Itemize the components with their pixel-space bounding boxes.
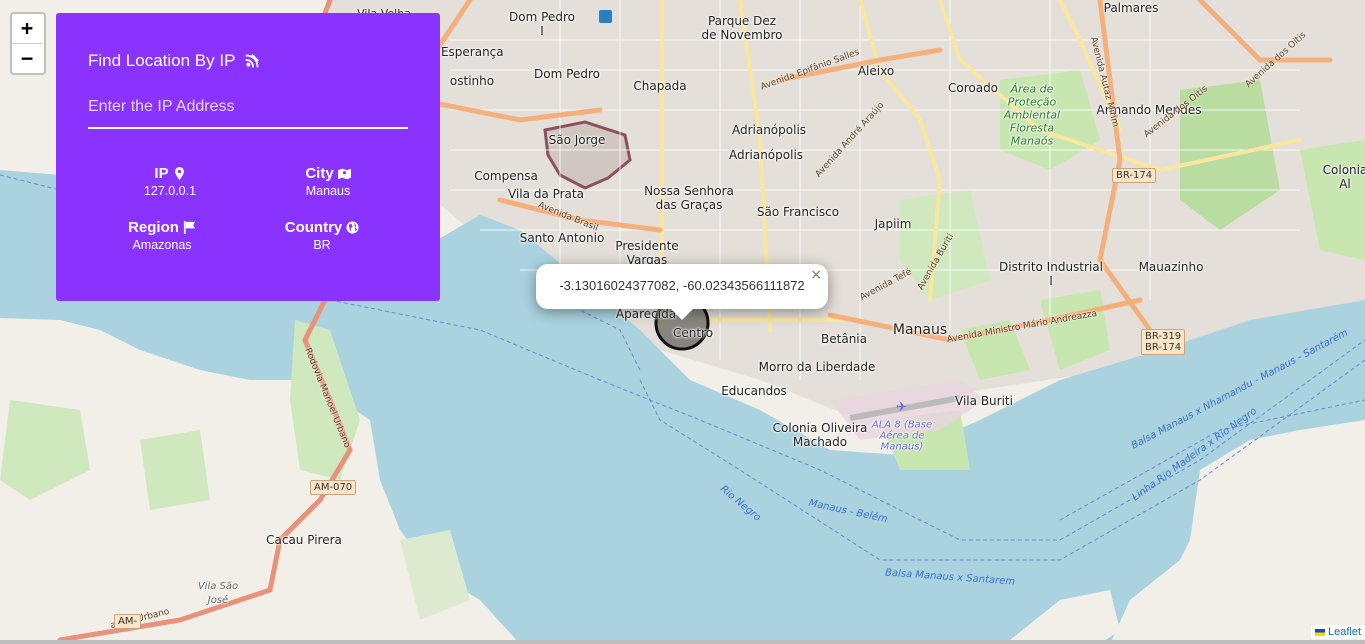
place-label: Parque Dez de Novembro <box>701 14 783 42</box>
place-label: Dom Pedro <box>534 67 600 81</box>
place-label: Dom Pedro I <box>509 10 575 38</box>
poi-icon <box>599 10 612 23</box>
road-shield: BR-174 <box>1112 168 1157 183</box>
zoom-out-button[interactable]: − <box>12 43 42 73</box>
map-marked-icon <box>337 168 351 180</box>
place-label: Adrianópolis <box>728 148 804 162</box>
panel-title-text: Find Location By IP <box>88 51 236 70</box>
map-pin-icon <box>174 167 184 180</box>
ip-lookup-panel: Find Location By IP IP 127.0.0.1 City Ma… <box>56 13 440 301</box>
region-info: Region Amazonas <box>82 219 242 252</box>
city-info: City Manaus <box>248 165 408 198</box>
park-label: Área de Proteção Ambiental Floresta Mana… <box>1003 82 1061 148</box>
ip-label: IP <box>154 165 169 182</box>
place-label: Colonia Al <box>1322 163 1365 191</box>
place-label: Adrianópolis <box>731 123 807 137</box>
place-label: Morro da Liberdade <box>758 360 876 374</box>
location-popup: -3.13016024377082, -60.02343566111872 × <box>536 264 828 320</box>
place-label: Japiim <box>874 217 912 231</box>
place-label: São Francisco <box>756 205 840 219</box>
place-label: Presidente Vargas <box>615 239 679 267</box>
leaflet-link[interactable]: Leaflet <box>1328 626 1361 638</box>
place-label: Cacau Pirera <box>266 533 342 547</box>
place-label: São Jorge <box>548 133 606 147</box>
place-label: Aleixo <box>857 64 895 78</box>
popup-tip <box>670 308 694 320</box>
place-label: Manaus <box>892 322 948 338</box>
popup-coordinates: -3.13016024377082, -60.02343566111872 <box>559 278 805 293</box>
city-label: City <box>305 165 334 182</box>
panel-title: Find Location By IP <box>88 51 261 71</box>
place-label: Chapada <box>633 79 687 93</box>
place-label: ostinho <box>449 74 495 88</box>
zoom-in-button[interactable]: + <box>12 14 42 43</box>
attribution: Leaflet <box>1310 625 1365 639</box>
place-label: Vila São José <box>197 581 239 606</box>
country-label: Country <box>284 219 343 236</box>
place-label: Coroado <box>947 81 999 95</box>
airport-label: ALA 8 (Base Aérea de Manaus) <box>871 419 933 453</box>
place-label: Betânia <box>821 332 867 346</box>
road-shield: BR-319 BR-174 <box>1141 329 1186 355</box>
place-label: Vila da Prata <box>508 187 584 201</box>
region-value: Amazonas <box>132 238 192 252</box>
country-info: Country BR <box>242 219 402 252</box>
horizontal-scrollbar[interactable] <box>0 640 1365 644</box>
popup-close-button[interactable]: × <box>810 267 822 283</box>
flag-icon <box>183 221 195 234</box>
place-label: Distrito Industrial I <box>999 260 1103 288</box>
ip-info: IP 127.0.0.1 <box>90 165 250 198</box>
city-value: Manaus <box>305 184 351 198</box>
place-label: Compensa <box>474 169 538 183</box>
ip-address-input[interactable] <box>88 87 408 129</box>
place-label: Mauazinho <box>1138 260 1204 274</box>
place-label: Colonia Oliveira Machado <box>772 421 868 449</box>
region-label: Region <box>128 219 179 236</box>
ip-value: 127.0.0.1 <box>143 184 197 198</box>
ukraine-flag-icon <box>1314 628 1325 636</box>
place-label: Vila Buriti <box>955 394 1013 408</box>
place-label: Aparecida <box>615 307 677 321</box>
zoom-control: + − <box>10 12 46 75</box>
country-value: BR <box>313 238 331 252</box>
road-shield: AM- <box>114 614 142 629</box>
place-label: Nossa Senhora das Graças <box>644 184 734 212</box>
airport-icon: ✈ <box>896 400 907 415</box>
globe-icon <box>346 221 359 234</box>
place-label: Centro <box>672 326 714 340</box>
road-shield: AM-070 <box>310 480 357 495</box>
signal-icon <box>245 54 260 68</box>
place-label: Palmares <box>1103 1 1159 15</box>
place-label: Educandos <box>721 384 787 398</box>
